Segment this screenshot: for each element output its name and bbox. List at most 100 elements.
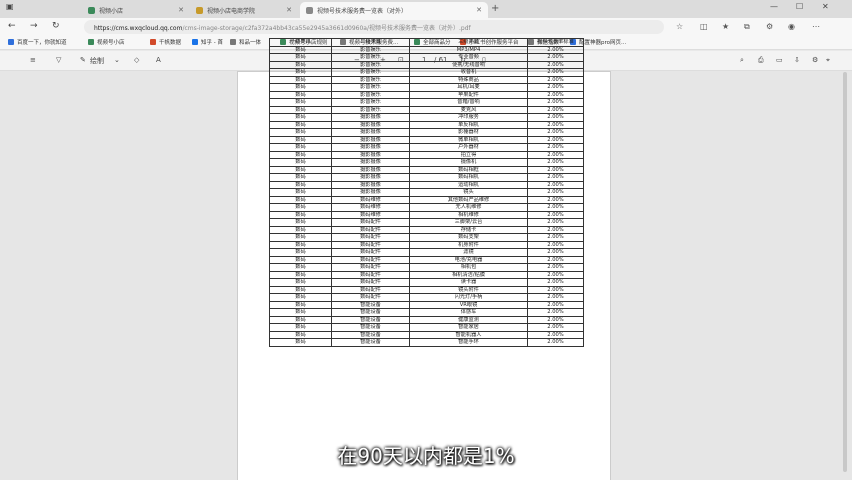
- table-cell: 相机维修: [409, 210, 528, 219]
- forward-icon[interactable]: →: [30, 21, 38, 31]
- table-cell: 数码配件: [331, 240, 410, 249]
- chevron-down-icon[interactable]: ⌄: [114, 56, 120, 64]
- address-bar: ← → ↻ https://cms.wxqcloud.qq.com/cms-im…: [0, 18, 852, 36]
- table-cell: 滤镜: [409, 248, 528, 257]
- filter-icon[interactable]: ▽: [56, 56, 61, 64]
- table-cell: 数码: [269, 293, 332, 302]
- table-cell: 数码: [269, 143, 332, 152]
- minimize-icon[interactable]: —: [770, 2, 778, 11]
- url-input[interactable]: https://cms.wxqcloud.qq.com/cms-image-st…: [84, 20, 664, 34]
- star-icon[interactable]: ☆: [676, 22, 683, 31]
- table-cell: 数码配件: [331, 293, 410, 302]
- table-row: 数码 摄影摄像 摄像机 2.00%: [269, 158, 584, 167]
- table-cell: 2.00%: [527, 113, 584, 122]
- table-row: 数码 影音娱乐 耳机/耳麦 2.00%: [269, 83, 584, 92]
- tab-pdf[interactable]: 视频号技术服务费一览表（对外） ✕: [300, 2, 488, 18]
- toc-icon[interactable]: ≡: [30, 56, 36, 64]
- extensions-icon[interactable]: ⚙: [766, 22, 773, 31]
- table-cell: 数码配件: [331, 218, 410, 227]
- table-row: 数码 影音娱乐 收音机 2.00%: [269, 68, 584, 77]
- bookmark-item[interactable]: 千帆数据: [150, 38, 181, 46]
- table-cell: 摄影摄像: [331, 135, 410, 144]
- table-cell: 2.00%: [527, 68, 584, 77]
- table-cell: 2.00%: [527, 143, 584, 152]
- table-cell: 数码: [269, 105, 332, 114]
- table-cell: 2.00%: [527, 300, 584, 309]
- search-icon[interactable]: ⌕: [740, 56, 744, 65]
- window-close-icon[interactable]: ✕: [822, 2, 829, 11]
- table-cell: 数码: [269, 210, 332, 219]
- table-cell: 数码: [269, 83, 332, 92]
- draw-label[interactable]: 绘制: [90, 56, 104, 66]
- table-cell: 2.00%: [527, 323, 584, 332]
- table-cell: 单反相机: [409, 120, 528, 129]
- favorites-icon[interactable]: ★: [722, 22, 729, 31]
- table-row: 数码 智能设备 健康监测 2.00%: [269, 315, 584, 324]
- print-icon[interactable]: ⎙: [758, 56, 764, 65]
- table-cell: 数码: [269, 330, 332, 339]
- table-cell: 体感车: [409, 308, 528, 317]
- table-cell: 数码: [269, 270, 332, 279]
- table-row: 数码 数码配件 镜头附件 2.00%: [269, 285, 584, 294]
- table-cell: 数码相框: [409, 165, 528, 174]
- bookmark-icon: [192, 39, 198, 45]
- bookmark-item[interactable]: 知乎 - 首: [192, 38, 223, 46]
- settings-icon[interactable]: ⚙: [812, 56, 818, 64]
- table-cell: 数码支架: [409, 233, 528, 242]
- table-row: 数码 影音娱乐 便携/无线音响 2.00%: [269, 60, 584, 69]
- table-cell: 拍立得: [409, 150, 528, 159]
- text-icon[interactable]: A: [156, 56, 161, 64]
- back-icon[interactable]: ←: [8, 21, 16, 31]
- more-menu-icon[interactable]: ⋯: [812, 22, 820, 31]
- tab-favicon-icon: [196, 6, 203, 14]
- draw-icon[interactable]: ✎: [80, 56, 86, 64]
- close-icon[interactable]: ✕: [476, 6, 482, 14]
- tab-academy[interactable]: 视频小店电商学院 ✕: [190, 2, 298, 18]
- eraser-icon[interactable]: ◇: [134, 56, 139, 64]
- bookmark-item[interactable]: 百度一下，你就知道: [8, 38, 67, 46]
- table-cell: 2.00%: [527, 330, 584, 339]
- scrollbar[interactable]: [842, 72, 848, 477]
- table-cell: 冲印服务: [409, 113, 528, 122]
- collections-icon[interactable]: ⧉: [744, 22, 750, 32]
- save-as-icon[interactable]: ⇩: [794, 56, 800, 64]
- table-cell: 数码: [269, 173, 332, 182]
- table-cell: 数码: [269, 263, 332, 272]
- table-cell: 2.00%: [527, 180, 584, 189]
- bookmark-item[interactable]: 视频号小店: [88, 38, 125, 46]
- maximize-icon[interactable]: ☐: [796, 2, 803, 11]
- table-cell: 2.00%: [527, 285, 584, 294]
- table-cell: 影音娱乐: [331, 90, 410, 99]
- pin-icon[interactable]: ⌖: [826, 56, 830, 65]
- table-cell: 影棚器材: [409, 128, 528, 137]
- table-cell: 数码: [269, 308, 332, 317]
- table-cell: 智能设备: [331, 338, 410, 347]
- table-cell: 麦克风: [409, 105, 528, 114]
- profile-icon[interactable]: ◉: [788, 22, 795, 31]
- bookmark-icon: [150, 39, 156, 45]
- table-cell: 数码配件: [331, 270, 410, 279]
- close-icon[interactable]: ✕: [178, 6, 184, 14]
- bookmark-item[interactable]: 和品一体: [230, 38, 261, 46]
- table-cell: 摄影摄像: [331, 120, 410, 129]
- app-menu-icon[interactable]: ▣: [6, 2, 14, 11]
- refresh-icon[interactable]: ↻: [52, 21, 60, 31]
- tab-shop[interactable]: 视频小店 ✕: [82, 2, 190, 18]
- table-cell: 数码: [269, 195, 332, 204]
- table-cell: 数码: [269, 158, 332, 167]
- scrollbar-thumb[interactable]: [843, 72, 847, 472]
- table-row: 数码 影音娱乐 MP3/MP4 2.00%: [269, 45, 584, 54]
- table-cell: 数码维修: [331, 210, 410, 219]
- table-cell: 读卡器: [409, 278, 528, 287]
- table-cell: 2.00%: [527, 120, 584, 129]
- table-cell: 智能设备: [331, 308, 410, 317]
- new-tab-icon[interactable]: +: [491, 3, 499, 14]
- table-row: 数码 摄影摄像 户外器材 2.00%: [269, 143, 584, 152]
- table-cell: 数码: [269, 98, 332, 107]
- table-cell: 户外器材: [409, 143, 528, 152]
- table-cell: 2.00%: [527, 60, 584, 69]
- close-icon[interactable]: ✕: [286, 6, 292, 14]
- table-cell: 2.00%: [527, 315, 584, 324]
- save-icon[interactable]: ▭: [776, 56, 783, 64]
- split-screen-icon[interactable]: ◫: [700, 22, 708, 31]
